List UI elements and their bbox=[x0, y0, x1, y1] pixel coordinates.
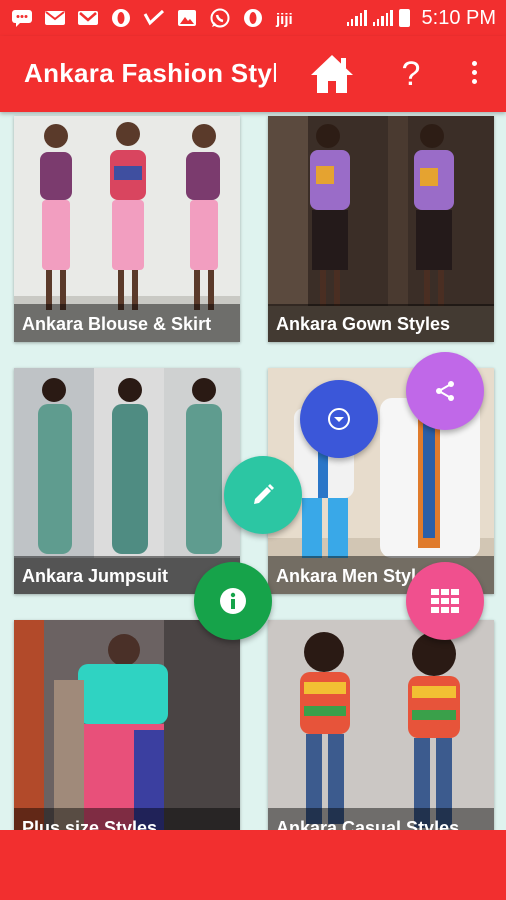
jiji-icon: jiji bbox=[274, 8, 298, 28]
category-card[interactable]: Ankara Blouse & Skirt bbox=[14, 116, 240, 342]
svg-text:jiji: jiji bbox=[275, 11, 293, 27]
share-icon bbox=[436, 381, 454, 401]
gmail-icon bbox=[76, 8, 100, 28]
opera-icon bbox=[241, 8, 265, 28]
category-title: Plus size Styles bbox=[14, 808, 240, 830]
status-time: 5:10 PM bbox=[421, 6, 496, 29]
category-image bbox=[14, 620, 240, 830]
whatsapp-icon bbox=[208, 8, 232, 28]
category-title: Ankara Gown Styles bbox=[268, 304, 494, 342]
edit-fab[interactable] bbox=[224, 456, 302, 534]
home-button[interactable] bbox=[308, 52, 356, 96]
apps-fab[interactable] bbox=[406, 562, 484, 640]
status-bar: jiji 5:10 PM bbox=[0, 0, 506, 36]
app-bar: Ankara Fashion Styles ? bbox=[0, 36, 506, 112]
category-title: Ankara Blouse & Skirt bbox=[14, 304, 240, 342]
email-icon bbox=[43, 8, 67, 28]
bottom-banner bbox=[0, 830, 506, 900]
check-icon bbox=[142, 8, 166, 28]
help-button[interactable]: ? bbox=[394, 54, 428, 94]
app-title: Ankara Fashion Styles bbox=[24, 58, 276, 88]
category-card[interactable]: Ankara Jumpsuit bbox=[14, 368, 240, 594]
grid-icon bbox=[431, 589, 459, 613]
dropdown-circle-icon bbox=[328, 408, 350, 430]
battery-icon bbox=[398, 9, 410, 27]
pencil-icon bbox=[254, 484, 274, 504]
signal-icon bbox=[346, 10, 367, 26]
category-card[interactable]: Plus size Styles bbox=[14, 620, 240, 830]
category-card[interactable]: Ankara Gown Styles bbox=[268, 116, 494, 342]
gallery-icon bbox=[175, 8, 199, 28]
dropdown-fab[interactable] bbox=[300, 380, 378, 458]
opera-icon bbox=[109, 8, 133, 28]
category-card[interactable]: Ankara Casual Styles bbox=[268, 620, 494, 830]
notification-icons: jiji bbox=[10, 8, 298, 28]
more-options-button[interactable] bbox=[466, 58, 482, 90]
share-fab[interactable] bbox=[406, 352, 484, 430]
signal-icon bbox=[372, 10, 393, 26]
info-fab[interactable] bbox=[194, 562, 272, 640]
info-icon bbox=[220, 588, 246, 614]
message-icon bbox=[10, 8, 34, 28]
system-status: 5:10 PM bbox=[346, 6, 496, 30]
home-icon bbox=[311, 55, 353, 93]
category-image bbox=[268, 620, 494, 830]
category-title: Ankara Casual Styles bbox=[268, 808, 494, 830]
